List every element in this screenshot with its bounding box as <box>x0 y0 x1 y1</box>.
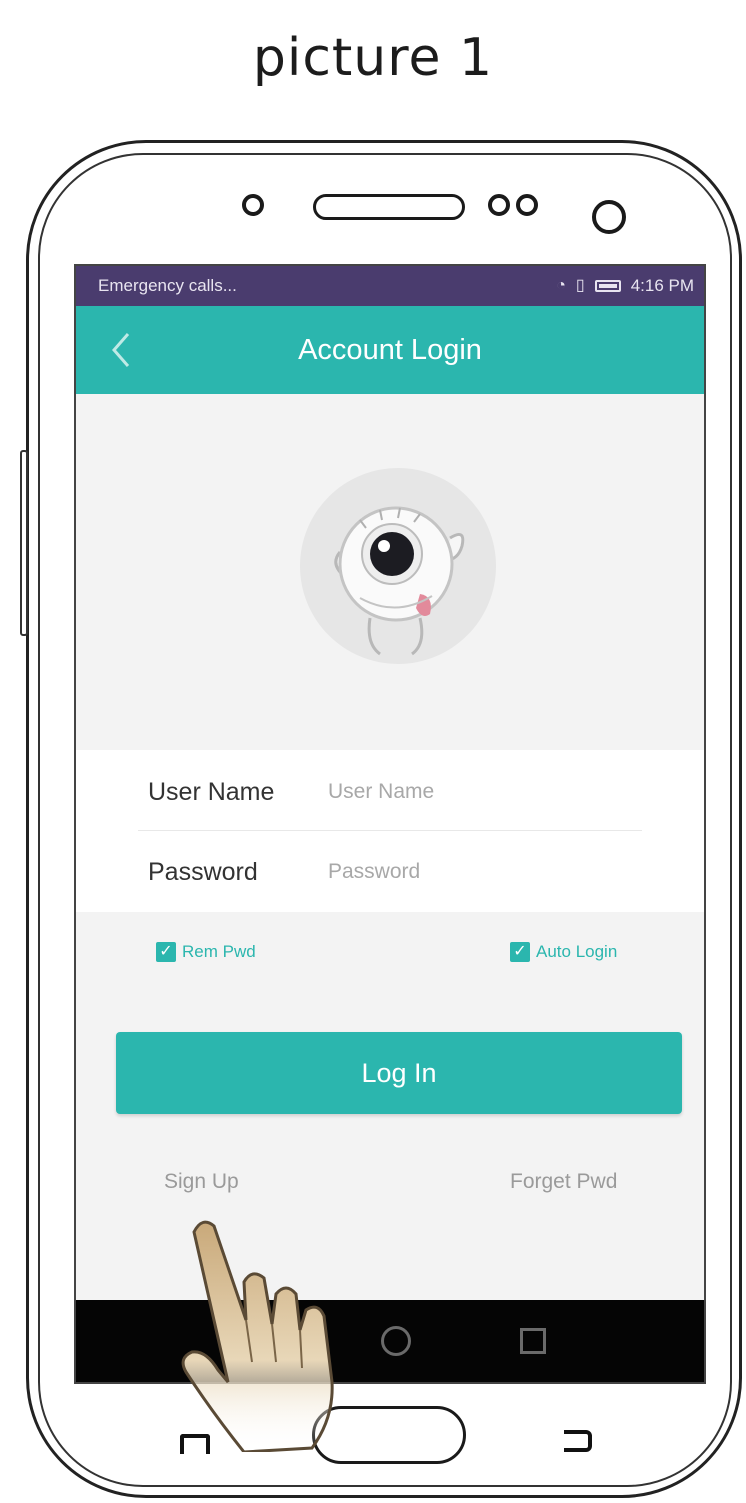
remember-password-checkbox[interactable]: ✓ Rem Pwd <box>156 942 256 962</box>
page-title: Account Login <box>298 334 482 366</box>
phone-speaker <box>313 194 465 220</box>
login-form: User Name Password <box>76 750 704 912</box>
checkbox-checked-icon: ✓ <box>510 942 530 962</box>
status-icons: ◔ ▯ 4:16 PM <box>556 276 694 296</box>
app-bar: Account Login <box>76 306 704 394</box>
status-time: 4:16 PM <box>630 276 694 295</box>
password-row: Password <box>76 834 704 910</box>
username-row: User Name <box>76 754 704 830</box>
sim-icon: ▯ <box>575 277 585 294</box>
wifi-icon: ◔ <box>556 277 566 294</box>
checkbox-checked-icon: ✓ <box>156 942 176 962</box>
password-label: Password <box>148 858 258 886</box>
front-camera-icon <box>592 200 626 234</box>
figure-caption: picture 1 <box>252 28 494 88</box>
sign-up-link[interactable]: Sign Up <box>164 1170 239 1194</box>
avatar[interactable] <box>300 468 496 664</box>
system-nav-bar <box>76 1300 704 1382</box>
nav-recents-icon[interactable] <box>520 1328 546 1354</box>
eyeball-mascot-icon <box>334 506 465 656</box>
auto-login-label: Auto Login <box>536 942 618 961</box>
proximity-sensor-icon <box>488 194 510 216</box>
status-bar: Emergency calls... ◔ ▯ 4:16 PM <box>76 266 704 306</box>
hand-pointer-icon <box>181 1220 334 1452</box>
nav-home-icon[interactable] <box>381 1326 411 1356</box>
phone-side-button <box>20 450 28 636</box>
hardware-back-icon[interactable] <box>564 1430 592 1452</box>
form-divider <box>138 830 642 831</box>
light-sensor-icon <box>516 194 538 216</box>
username-label: User Name <box>148 778 275 806</box>
password-input[interactable] <box>328 848 648 896</box>
username-input[interactable] <box>328 768 648 816</box>
remember-password-label: Rem Pwd <box>182 942 256 961</box>
login-button[interactable]: Log In <box>116 1032 682 1114</box>
front-sensor-icon <box>242 194 264 216</box>
status-notification-text: Emergency calls... <box>98 276 237 295</box>
auto-login-checkbox[interactable]: ✓ Auto Login <box>510 942 617 962</box>
phone-screen: Emergency calls... ◔ ▯ 4:16 PM Account L… <box>74 264 706 1384</box>
forget-password-link[interactable]: Forget Pwd <box>510 1170 617 1194</box>
battery-icon <box>594 280 621 292</box>
